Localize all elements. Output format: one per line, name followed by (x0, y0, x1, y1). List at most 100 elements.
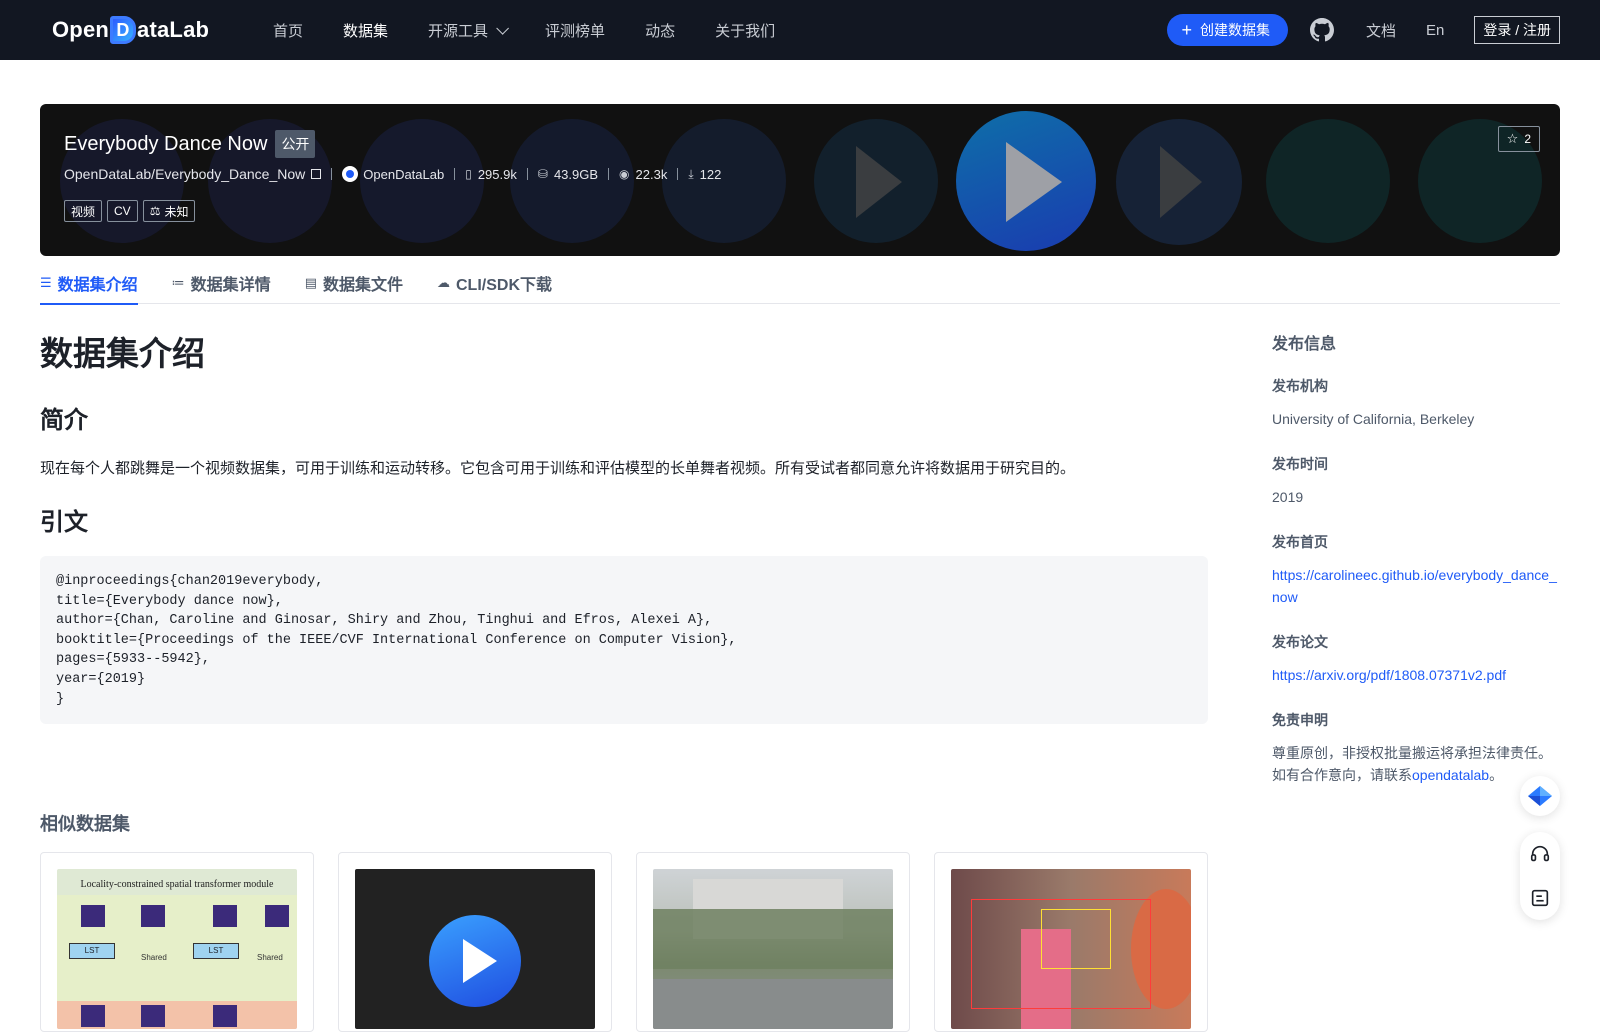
main-nav: 首页 数据集 开源工具 评测榜单 动态 关于我们 (273, 0, 815, 60)
thumbnail-ground (653, 979, 893, 1029)
scale-icon: ⚖ (149, 204, 161, 218)
star-count: 2 (1524, 132, 1531, 146)
tab-files[interactable]: ▤ 数据集文件 (305, 262, 403, 304)
view-count: 22.3k (635, 166, 668, 182)
headset-icon[interactable] (1529, 843, 1551, 865)
files-icon: ▯ (465, 167, 472, 181)
disclaimer-label: 免责申明 (1272, 712, 1328, 728)
diamond-logo-icon (1528, 786, 1552, 806)
create-dataset-label: 创建数据集 (1199, 22, 1270, 38)
thumbnail-bbox (1041, 909, 1111, 969)
similar-dataset-card[interactable] (636, 852, 910, 1032)
contact-link[interactable]: opendatalab (1412, 767, 1489, 783)
file-icon: ▤ (304, 275, 317, 290)
similar-dataset-card[interactable] (934, 852, 1208, 1032)
nav-item-datasets[interactable]: 数据集 (343, 20, 388, 41)
tab-intro[interactable]: ☰ 数据集介绍 (40, 262, 138, 305)
dataset-org[interactable]: OpenDataLab (363, 167, 444, 182)
play-icon (856, 146, 902, 218)
publisher-label: 发布机构 (1272, 378, 1328, 394)
download-icon: ⤓ (688, 166, 694, 181)
nav-right: + 创建数据集 文档 En 登录 / 注册 (1167, 0, 1560, 60)
play-icon (1160, 146, 1202, 218)
github-icon[interactable] (1309, 18, 1334, 42)
tag-license[interactable]: ⚖ 未知 (142, 200, 196, 222)
thumbnail-trees (653, 909, 893, 969)
similar-datasets-list: Locality-constrained spatial transformer… (40, 852, 1232, 1032)
intro-text: 现在每个人都跳舞是一个视频数据集，可用于训练和运动转移。它包含可用于训练和评估模… (40, 460, 1076, 477)
thumbnail-block (213, 1005, 237, 1027)
language-switch[interactable]: En (1426, 22, 1444, 39)
dataset-tabs: ☰ 数据集介绍 ≔ 数据集详情 ▤ 数据集文件 ☁ CLI/SDK下载 (40, 262, 1560, 305)
docs-link[interactable]: 文档 (1366, 20, 1396, 41)
paper-label: 发布论文 (1272, 634, 1328, 650)
disclaimer-text: 尊重原创，非授权批量搬运将承担法律责任。如有合作意向，请联系opendatala… (1272, 742, 1554, 786)
thumbnail-block (81, 905, 105, 927)
homepage-link[interactable]: https://carolineec.github.io/everybody_d… (1272, 564, 1562, 608)
star-button[interactable]: ☆ 2 (1497, 126, 1540, 152)
dataset-thumbnail (951, 869, 1191, 1029)
similar-dataset-card[interactable]: Locality-constrained spatial transformer… (40, 852, 314, 1032)
thumbnail-block (213, 905, 237, 927)
divider (454, 168, 456, 180)
publish-info-title: 发布信息 (1272, 336, 1337, 353)
create-dataset-button[interactable]: + 创建数据集 (1167, 14, 1288, 46)
list-icon: ≔ (171, 275, 185, 290)
hero-title-row: Everybody Dance Now 公开 (64, 130, 316, 158)
chevron-down-icon (496, 21, 510, 35)
play-icon (1006, 142, 1062, 222)
tab-details[interactable]: ≔ 数据集详情 (172, 262, 271, 304)
citation-code-block: @inproceedings{chan2019everybody, title=… (40, 556, 1208, 724)
feedback-edit-icon[interactable] (1529, 887, 1551, 909)
database-icon: ☰ (40, 275, 52, 290)
play-icon (463, 939, 497, 983)
nav-item-leaderboard[interactable]: 评测榜单 (545, 20, 605, 41)
copy-icon[interactable] (311, 169, 322, 179)
nav-item-about[interactable]: 关于我们 (715, 20, 775, 41)
thumbnail-block (265, 905, 289, 927)
nav-item-open-tools-label: 开源工具 (428, 22, 489, 40)
similar-dataset-card[interactable] (338, 852, 612, 1032)
publish-time-label: 发布时间 (1272, 456, 1328, 472)
file-count: 295.9k (477, 166, 517, 182)
intro-heading: 简介 (40, 407, 88, 434)
login-register-button[interactable]: 登录 / 注册 (1474, 16, 1560, 44)
thumbnail-block (141, 1005, 165, 1027)
tab-files-label: 数据集文件 (322, 277, 403, 294)
publish-info-sidebar: 发布信息 发布机构 University of California, Berk… (1272, 330, 1562, 810)
tab-cli-sdk[interactable]: ☁ CLI/SDK下载 (437, 262, 552, 304)
tab-details-label: 数据集详情 (190, 277, 271, 294)
nav-item-open-tools[interactable]: 开源工具 (428, 20, 510, 41)
dataset-hero-banner: Everybody Dance Now 公开 OpenDataLab/Every… (40, 104, 1560, 256)
thumbnail-lst-box: LST (193, 943, 239, 959)
publisher-value: University of California, Berkeley (1272, 411, 1475, 427)
floating-toolbar (1520, 832, 1560, 920)
dataset-thumbnail (653, 869, 893, 1029)
assistant-float-button[interactable] (1520, 776, 1560, 816)
dataset-meta-row: OpenDataLab/Everybody_Dance_Now OpenData… (64, 166, 721, 182)
paper-link[interactable]: https://arxiv.org/pdf/1808.07371v2.pdf (1272, 664, 1562, 686)
dataset-title: Everybody Dance Now (64, 132, 268, 155)
divider (677, 168, 679, 180)
similar-datasets-heading: 相似数据集 (40, 814, 130, 834)
tab-cli-sdk-label: CLI/SDK下载 (456, 277, 553, 294)
tag-modality[interactable]: 视频 (64, 200, 103, 222)
divider (331, 168, 333, 180)
thumbnail-lst-box: LST (69, 943, 115, 959)
nav-item-news[interactable]: 动态 (645, 20, 675, 41)
thumbnail-block (141, 905, 165, 927)
citation-heading: 引文 (40, 509, 88, 536)
divider (526, 168, 528, 180)
org-avatar (342, 166, 359, 182)
nav-item-home[interactable]: 首页 (273, 20, 303, 41)
download-count: 122 (699, 166, 722, 182)
divider (608, 168, 610, 180)
thumbnail-block (81, 1005, 105, 1027)
thumbnail-shared-label: Shared (141, 953, 167, 962)
opendatalab-logo[interactable]: Open DataLab (52, 14, 209, 46)
thumbnail-shared-label: Shared (257, 953, 283, 962)
dataset-size: 43.9GB (553, 166, 599, 182)
plus-icon: + (1181, 20, 1192, 40)
eye-icon: ◉ (619, 167, 630, 181)
tag-task[interactable]: CV (107, 200, 138, 222)
